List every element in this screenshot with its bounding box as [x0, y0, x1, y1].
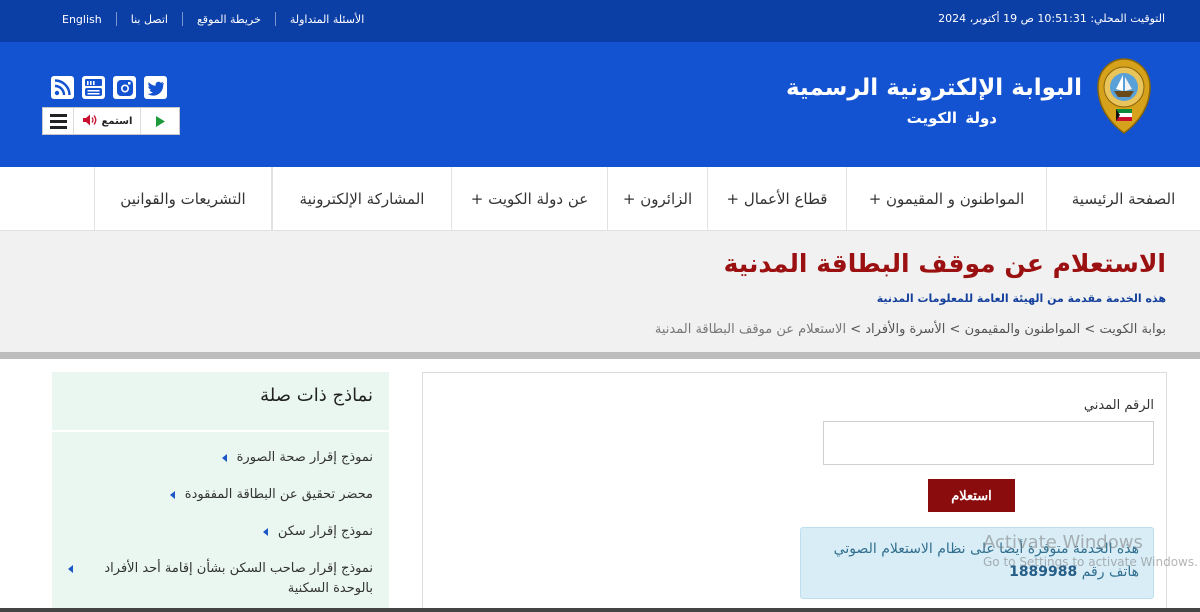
nav-item-business[interactable]: قطاع الأعمال + — [707, 167, 846, 230]
sidebar-separator — [52, 430, 389, 432]
faq-link[interactable]: الأسئلة المتداولة — [276, 13, 378, 26]
listen-label: استمع — [101, 115, 133, 127]
page-title-band: الاستعلام عن موقف البطاقة المدنية هذه ال… — [0, 230, 1200, 352]
sidebar-item-label: محضر تحقيق عن البطاقة المفقودة — [184, 487, 373, 502]
service-provider-note: هذه الخدمة مقدمة من الهيئة العامة للمعلو… — [876, 292, 1166, 305]
rss-icon[interactable] — [51, 76, 74, 99]
breadcrumb: بوابة الكويت > المواطنون والمقيمون > الأ… — [655, 322, 1166, 337]
nav-item-citizens-residents[interactable]: المواطنون و المقيمون + — [846, 167, 1046, 230]
play-icon[interactable] — [141, 108, 179, 134]
nav-item-legislation[interactable]: التشريعات والقوانين — [94, 167, 272, 230]
civil-id-input[interactable] — [823, 421, 1154, 465]
sitemap-link[interactable]: خريطة الموقع — [183, 13, 275, 26]
page-title: الاستعلام عن موقف البطاقة المدنية — [723, 249, 1166, 278]
inquiry-button[interactable]: استعلام — [928, 479, 1015, 512]
top-utility-bar: التوقيت المحلي: 10:51:31 ص 19 أكتوبر، 20… — [0, 0, 1200, 42]
youtube-icon[interactable] — [82, 76, 105, 99]
menu-icon[interactable] — [43, 108, 73, 134]
social-links — [51, 76, 167, 99]
sidebar-item-owner-declaration[interactable]: نموذج إقرار صاحب السكن بشأن إقامة أحد ال… — [68, 559, 373, 599]
nav-item-e-participation[interactable]: المشاركة الإلكترونية — [272, 167, 451, 230]
bullet-icon — [169, 491, 175, 499]
activate-windows-watermark: Activate Windows Go to Settings to activ… — [983, 532, 1198, 569]
local-time: التوقيت المحلي: 10:51:31 ص 19 أكتوبر، 20… — [938, 12, 1165, 25]
breadcrumb-separator: > — [1080, 322, 1096, 337]
bullet-icon — [262, 528, 268, 536]
twitter-icon[interactable] — [144, 76, 167, 99]
main-navigation: الصفحة الرئيسية المواطنون و المقيمون + ق… — [63, 167, 1200, 230]
nav-item-visitors[interactable]: الزائرون + — [607, 167, 707, 230]
breadcrumb-item-family[interactable]: الأسرة والأفراد — [865, 322, 945, 337]
breadcrumb-separator: > — [945, 322, 961, 337]
sidebar-item-residence-declaration[interactable]: نموذج إقرار سكن — [262, 522, 373, 542]
related-forms-sidebar: نماذج ذات صلة نموذج إقرار صحة الصورة محض… — [52, 372, 389, 612]
civil-id-label: الرقم المدني — [1083, 398, 1154, 413]
watermark-line-1: Activate Windows — [983, 532, 1143, 553]
watermark-line-2: Go to Settings to activate Windows. — [983, 555, 1198, 569]
site-title[interactable]: البوابة الإلكترونية الرسمية — [786, 75, 1082, 101]
sidebar-item-label: نموذج إقرار صاحب السكن بشأن إقامة أحد ال… — [104, 561, 373, 596]
sidebar-item-photo-declaration[interactable]: نموذج إقرار صحة الصورة — [221, 448, 373, 468]
section-divider — [0, 352, 1200, 359]
top-links: الأسئلة المتداولة خريطة الموقع اتصل بنا … — [48, 12, 378, 26]
site-header: البوابة الإلكترونية الرسمية دولة الكويت … — [0, 42, 1200, 167]
sidebar-item-label: نموذج إقرار سكن — [277, 524, 373, 539]
breadcrumb-item-citizens[interactable]: المواطنون والمقيمون — [965, 322, 1081, 337]
speaker-icon — [82, 113, 98, 130]
breadcrumb-item-kuwait-portal[interactable]: بوابة الكويت — [1099, 322, 1166, 337]
site-subtitle: دولة الكويت — [906, 109, 997, 127]
bullet-icon — [221, 454, 227, 462]
sidebar-title: نماذج ذات صلة — [260, 385, 373, 406]
breadcrumb-item-current: الاستعلام عن موقف البطاقة المدنية — [654, 322, 847, 337]
breadcrumb-separator: > — [846, 322, 862, 337]
audio-player: استمع — [42, 107, 180, 135]
kuwait-emblem-icon[interactable] — [1092, 57, 1156, 135]
contact-link[interactable]: اتصل بنا — [117, 13, 182, 26]
sidebar-item-lost-card-report[interactable]: محضر تحقيق عن البطاقة المفقودة — [169, 485, 373, 505]
english-link[interactable]: English — [48, 13, 116, 26]
sidebar-item-label: نموذج إقرار صحة الصورة — [236, 450, 373, 465]
instagram-icon[interactable] — [113, 76, 136, 99]
listen-button[interactable]: استمع — [73, 108, 141, 134]
bullet-icon — [68, 565, 73, 573]
taskbar-edge — [0, 608, 1200, 612]
civil-id-inquiry-form: الرقم المدني استعلام هذه الخدمة متوفرة أ… — [422, 372, 1167, 612]
nav-item-about-kuwait[interactable]: عن دولة الكويت + — [451, 167, 607, 230]
nav-item-home[interactable]: الصفحة الرئيسية — [1046, 167, 1200, 230]
